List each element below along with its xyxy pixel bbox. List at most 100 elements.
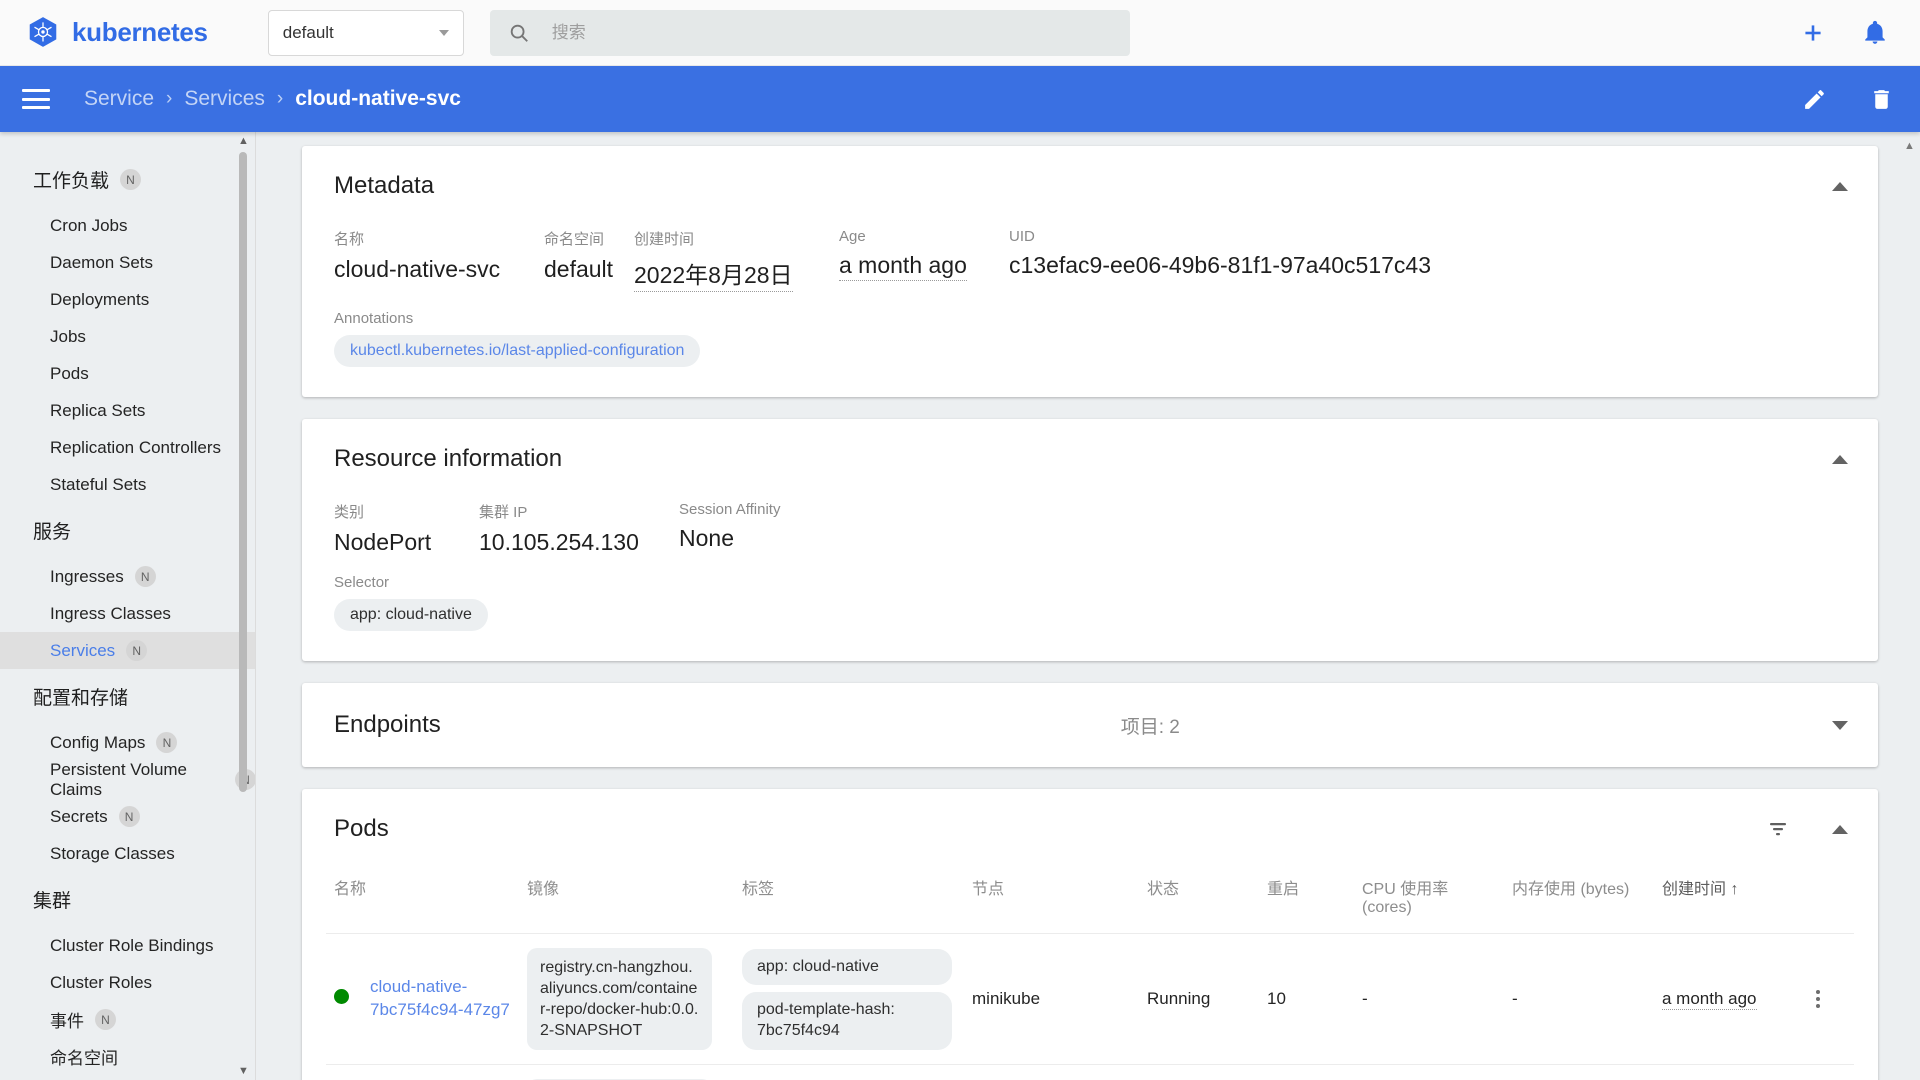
pencil-icon[interactable] (1802, 87, 1827, 112)
metadata-field-age: Age a month ago (839, 228, 1009, 292)
search-input[interactable] (551, 22, 1112, 43)
sidebar-item-cluster-role-bindings[interactable]: Cluster Role Bindings (0, 927, 256, 964)
annotation-chip[interactable]: kubectl.kubernetes.io/last-applied-confi… (334, 335, 701, 367)
pod-age-cell: a month ago (1654, 1065, 1799, 1080)
column-header-cpu-usage[interactable]: CPU 使用率 (cores) (1354, 865, 1504, 934)
chevron-up-icon[interactable]: ▲ (238, 134, 249, 148)
sidebar-item-stateful-sets[interactable]: Stateful Sets (0, 466, 256, 503)
namespaced-badge: N (95, 1009, 116, 1030)
pod-labels-cell: app: cloud-native pod-template-hash: 7bc… (734, 1065, 964, 1080)
endpoints-card-actions (1832, 720, 1848, 730)
column-header-labels[interactable]: 标签 (734, 865, 964, 934)
sidebar-item-cron-jobs[interactable]: Cron Jobs (0, 207, 256, 244)
caret-down-icon[interactable] (1832, 720, 1848, 730)
column-header-memory-usage[interactable]: 内存使用 (bytes) (1504, 865, 1654, 934)
sidebar-item-deployments[interactable]: Deployments (0, 281, 256, 318)
kebab-menu-icon[interactable] (1807, 990, 1829, 1009)
pods-card-actions (1766, 817, 1848, 841)
column-header-creation-time[interactable]: 创建时间 ↑ (1654, 865, 1799, 934)
sidebar-item-label: 事件 (50, 1012, 84, 1031)
sidebar-group-workloads: 工作负载 N (0, 152, 256, 207)
resource-card-actions (1832, 454, 1848, 464)
caret-up-icon[interactable] (1832, 181, 1848, 191)
namespaced-badge: N (126, 640, 148, 661)
main-content: Metadata 名称 cloud-native-svc 命名空间 defaul… (256, 132, 1920, 1080)
endpoints-card-header[interactable]: Endpoints 项目: 2 (302, 683, 1878, 767)
sidebar-item-cluster-roles[interactable]: Cluster Roles (0, 964, 256, 1001)
pod-state-cell: Running (1139, 933, 1259, 1066)
search-bar[interactable] (489, 9, 1130, 56)
breadcrumb-item-services[interactable]: Services (176, 87, 273, 111)
pod-state-cell: Running (1139, 1065, 1259, 1080)
pod-name-link[interactable]: cloud-native-7bc75f4c94-47zg7 (370, 977, 510, 1019)
filter-icon[interactable] (1766, 817, 1790, 841)
column-header-name[interactable]: 名称 (326, 865, 519, 934)
field-label: Age (839, 228, 866, 245)
pod-cpu-cell: - (1354, 1065, 1504, 1080)
section-title: Endpoints (334, 711, 441, 738)
table-row[interactable]: cloud-native-7bc75f4c94-47zg7 registry.c… (326, 933, 1854, 1066)
namespaced-badge: N (118, 806, 140, 827)
field-label: UID (1009, 228, 1035, 245)
sidebar-item-config-maps[interactable]: Config Maps N (0, 724, 256, 761)
plus-icon[interactable] (1800, 20, 1826, 46)
trash-icon[interactable] (1869, 87, 1894, 112)
label-chip: app: cloud-native (742, 948, 952, 986)
hamburger-menu-icon[interactable] (22, 89, 50, 109)
image-chip: registry.cn-hangzhou.aliyuncs.com/contai… (527, 948, 712, 1051)
field-label: 创建时间 (634, 231, 695, 248)
pod-status-cell (326, 1065, 362, 1080)
brand[interactable]: kubernetes (26, 16, 208, 50)
sidebar-item-persistent-volume-claims[interactable]: Persistent Volume Claims N (0, 759, 256, 799)
status-badge (334, 989, 349, 1005)
breadcrumb-toolbar: Service › Services › cloud-native-svc (0, 66, 1920, 132)
resource-information-card: Resource information 类别 NodePort 集群 IP 1… (302, 419, 1878, 661)
caret-up-icon[interactable] (1832, 824, 1848, 834)
column-header-image[interactable]: 镜像 (519, 865, 734, 934)
breadcrumb-item-service[interactable]: Service (76, 87, 162, 111)
chevron-up-icon[interactable]: ▲ (1904, 140, 1915, 152)
pod-memory-cell: - (1504, 1065, 1654, 1080)
sidebar-item-jobs[interactable]: Jobs (0, 318, 256, 355)
sidebar-item-ingress-classes[interactable]: Ingress Classes (0, 595, 256, 632)
sidebar-item-ingresses[interactable]: Ingresses N (0, 558, 256, 595)
main-scrollbar[interactable]: ▲ (1904, 140, 1915, 1072)
sidebar-item-pods[interactable]: Pods (0, 355, 256, 392)
sidebar-item-replication-controllers[interactable]: Replication Controllers (0, 429, 256, 466)
metadata-field-uid: UID c13efac9-ee06-49b6-81f1-97a40c517c43 (1009, 228, 1431, 292)
sidebar-group-label: 集群 (33, 891, 72, 912)
column-header-restarts[interactable]: 重启 (1259, 865, 1354, 934)
pod-age-cell: a month ago (1654, 933, 1799, 1066)
field-value: cloud-native-svc (334, 256, 501, 282)
table-row[interactable]: cloud-native-7bc75f4c94-c2php registry.c… (326, 1065, 1854, 1080)
sidebar-item-label: Persistent Volume Claims (50, 759, 188, 799)
namespace-selector[interactable]: default (267, 9, 464, 56)
sidebar-item-daemon-sets[interactable]: Daemon Sets (0, 244, 256, 281)
sidebar-scrollbar-thumb[interactable] (239, 152, 247, 792)
namespaced-badge: N (134, 566, 156, 587)
metadata-card-actions (1832, 181, 1848, 191)
pod-labels-cell: app: cloud-native pod-template-hash: 7bc… (734, 933, 964, 1066)
column-header-label: 创建时间 (1662, 881, 1727, 898)
sidebar-item-label: Daemon Sets (50, 252, 153, 272)
metadata-card: Metadata 名称 cloud-native-svc 命名空间 defaul… (302, 146, 1878, 397)
sidebar-item-secrets[interactable]: Secrets N (0, 798, 256, 835)
chevron-down-icon[interactable]: ▼ (238, 1064, 249, 1078)
sidebar-item-replica-sets[interactable]: Replica Sets (0, 392, 256, 429)
field-value: default (544, 256, 614, 282)
endpoints-card[interactable]: Endpoints 项目: 2 (302, 683, 1878, 767)
sidebar-item-label: Deployments (50, 289, 150, 309)
top-header-actions (1800, 20, 1896, 46)
sidebar-scrollbar[interactable]: ▲ ▼ (238, 132, 249, 1080)
caret-up-icon[interactable] (1832, 454, 1848, 464)
sidebar-scroll-area: 工作负载 N Cron Jobs Daemon Sets Deployments… (0, 132, 256, 1080)
resource-field-cluster-ip: 集群 IP 10.105.254.130 (479, 501, 679, 556)
sidebar-item-label: Services (50, 640, 116, 660)
sidebar-item-events[interactable]: 事件 N (0, 1001, 256, 1038)
column-header-node[interactable]: 节点 (964, 865, 1139, 934)
sidebar-item-services[interactable]: Services N (0, 632, 256, 669)
sidebar-item-storage-classes[interactable]: Storage Classes (0, 835, 256, 872)
bell-icon[interactable] (1862, 20, 1888, 46)
sidebar-item-namespaces[interactable]: 命名空间 (0, 1038, 256, 1075)
column-header-status[interactable]: 状态 (1139, 865, 1259, 934)
